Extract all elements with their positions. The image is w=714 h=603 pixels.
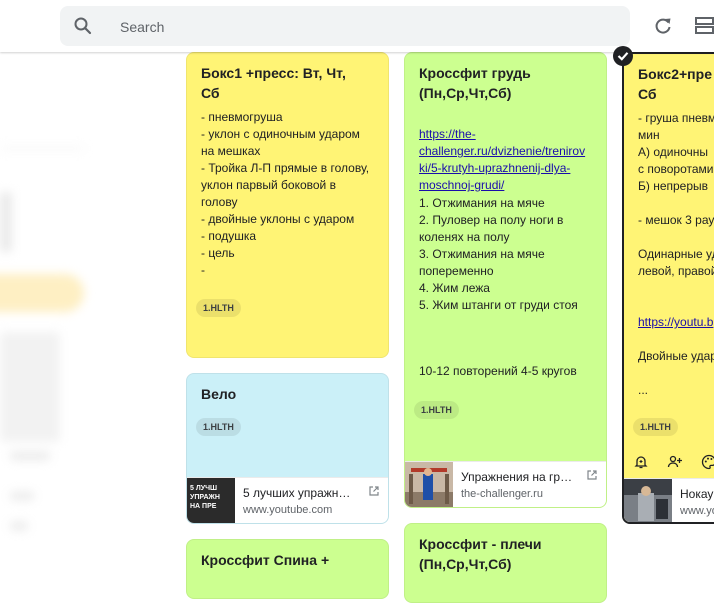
preview-domain: www.you	[680, 505, 714, 517]
sidebar-item[interactable]	[0, 192, 12, 252]
note-toolbar	[624, 450, 714, 476]
note-body: - груша пневм мин А) одиночны с поворота…	[638, 111, 714, 278]
note-hyperlink[interactable]: https://youtu.b	[638, 315, 713, 329]
sidebar-divider	[0, 148, 84, 149]
note-reps: 10-12 повторений 4-5 кругов	[419, 364, 577, 378]
sidebar-item-active[interactable]	[0, 274, 84, 312]
note-title: Вело	[201, 386, 237, 402]
note-title: Кроссфит грудь (Пн,Ср,Чт,Сб)	[419, 65, 531, 101]
preview-domain: the-challenger.ru	[461, 488, 543, 500]
note-link[interactable]: https://the- challenger.ru/dvizhenie/tre…	[419, 109, 585, 194]
select-note-check-icon[interactable]	[613, 46, 633, 66]
note-title: Бокс1 +пресс: Вт, Чт, Сб	[201, 65, 346, 101]
note-body: - пневмогруша - уклон с одиночным ударом…	[201, 110, 370, 277]
sidebar-item[interactable]	[10, 492, 34, 500]
sidebar-item[interactable]	[10, 452, 50, 460]
search-input[interactable]	[118, 6, 602, 48]
search-icon[interactable]	[73, 16, 93, 36]
note-back[interactable]: Кроссфит Спина +	[186, 539, 389, 599]
preview-domain: www.youtube.com	[243, 504, 333, 516]
label-chip[interactable]: 1.HLTH	[633, 418, 678, 436]
note-title: Кроссфит Спина +	[201, 552, 330, 568]
label-chip[interactable]: 1.HLTH	[414, 401, 459, 419]
preview-thumbnail: 5 ЛУЧШ УПРАЖН НА ПРЕ	[187, 478, 235, 523]
bell-plus-icon[interactable]	[633, 454, 649, 470]
sidebar-item[interactable]	[10, 522, 28, 530]
label-chip[interactable]: 1.HLTH	[196, 299, 241, 317]
search-bar[interactable]	[60, 6, 630, 48]
preview-thumbnail	[624, 479, 672, 522]
thumbnail-text: 5 ЛУЧШ УПРАЖН НА ПРЕ	[190, 485, 220, 510]
note-link[interactable]: https://youtu.b	[638, 297, 713, 331]
person-add-icon[interactable]	[667, 454, 683, 470]
open-external-icon[interactable]	[368, 484, 380, 496]
note-shoulders[interactable]: Кроссфит - плечи (Пн,Ср,Чт,Сб)	[404, 523, 607, 603]
note-body-continued: Двойные удар ...	[638, 349, 714, 397]
link-preview[interactable]: Нокау www.you	[624, 478, 714, 522]
palette-icon[interactable]	[701, 454, 714, 470]
note-velo[interactable]: Вело 1.HLTH 5 ЛУЧШ УПРАЖН НА ПРЕ 5 лучши…	[186, 373, 389, 524]
preview-title: Нокау	[680, 487, 714, 501]
preview-title: Упражнения на гр…	[461, 470, 573, 484]
preview-title: 5 лучших упражн…	[243, 486, 351, 500]
note-body: 1. Отжимания на мяче 2. Пуловер на полу …	[419, 196, 578, 312]
note-hyperlink[interactable]: https://the- challenger.ru/dvizhenie/tre…	[419, 127, 585, 192]
sidebar-item[interactable]	[0, 332, 60, 442]
preview-thumbnail	[405, 462, 453, 507]
note-chest[interactable]: Кроссфит грудь (Пн,Ср,Чт,Сб) https://the…	[404, 52, 607, 508]
note-title: Бокс2+пре Сб	[638, 66, 712, 102]
link-preview[interactable]: 5 ЛУЧШ УПРАЖН НА ПРЕ 5 лучших упражн… ww…	[187, 477, 388, 523]
navigation-drawer	[0, 52, 170, 570]
note-box1[interactable]: Бокс1 +пресс: Вт, Чт, Сб - пневмогруша -…	[186, 52, 389, 358]
top-app-bar	[0, 0, 714, 52]
list-view-icon[interactable]	[694, 15, 714, 37]
link-preview[interactable]: Упражнения на гр… the-challenger.ru	[405, 461, 606, 507]
label-chip[interactable]: 1.HLTH	[196, 418, 241, 436]
open-external-icon[interactable]	[586, 468, 598, 480]
note-box2[interactable]: Бокс2+пре Сб - груша пневм мин А) одиноч…	[622, 52, 714, 524]
note-title: Кроссфит - плечи (Пн,Ср,Чт,Сб)	[419, 536, 542, 572]
refresh-icon[interactable]	[652, 15, 674, 37]
